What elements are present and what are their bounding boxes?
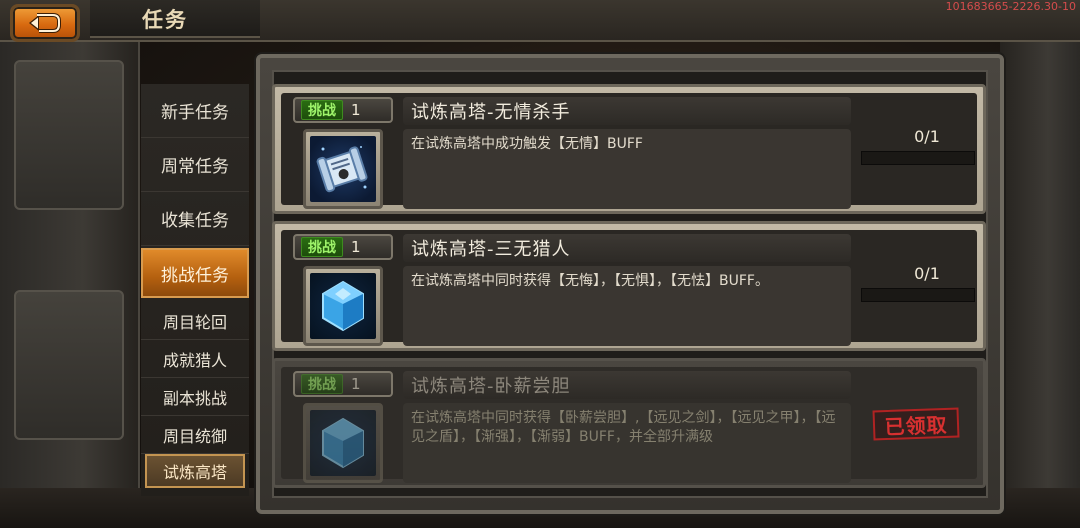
subtab-dungeon-challenge[interactable]: 副本挑战 [141,378,249,416]
page-title: 任务 [142,8,188,32]
scroll-icon [310,136,376,202]
right-wall-decoration [1000,40,1080,528]
back-arrow-icon [29,13,61,33]
task-card: 挑战 1 试炼高塔-无情杀手 在试炼高塔中成功触发【无情】BUFF 0/1 [272,84,986,214]
wall-slab [14,60,124,210]
task-progress-text: 0/1 [914,264,940,283]
task-icon-frame[interactable] [303,129,383,209]
tab-collection-tasks[interactable]: 收集任务 [141,192,249,246]
task-title: 试炼高塔-无情杀手 [403,97,851,125]
subtab-achievement-hunter[interactable]: 成就猎人 [141,340,249,378]
task-description: 在试炼高塔中成功触发【无情】BUFF [403,129,851,209]
challenge-badge: 挑战 1 [293,97,393,123]
task-title: 试炼高塔-卧薪尝胆 [403,371,851,399]
task-title: 试炼高塔-三无猎人 [403,234,851,262]
server-code-label: 101683665-2226.30-10 [945,0,1076,13]
task-progress-bar [861,288,975,302]
badge-count: 1 [351,375,361,393]
task-description: 在试炼高塔中同时获得【卧薪尝胆】,【远见之剑】，【远见之甲】，【远见之盾】，【渐… [403,403,851,483]
left-wall-decoration [0,40,140,528]
task-progress-bar [861,151,975,165]
badge-count: 1 [351,238,361,256]
badge-tag: 挑战 [301,100,343,120]
badge-tag: 挑战 [301,374,343,394]
claimed-stamp: 已领取 [872,407,960,441]
subtab-cycle[interactable]: 周目轮回 [141,302,249,340]
tab-newbie-tasks[interactable]: 新手任务 [141,84,249,138]
task-card: 挑战 1 试炼高塔-三无猎人 在试炼高塔中同时获得【无悔】，【无惧】，【无怯】B… [272,221,986,351]
subtab-cycle-dominion[interactable]: 周目统御 [141,416,249,454]
task-icon-frame[interactable] [303,266,383,346]
task-description: 在试炼高塔中同时获得【无悔】，【无惧】，【无怯】BUFF。 [403,266,851,346]
blue-gem-icon [310,273,376,339]
tab-weekly-tasks[interactable]: 周常任务 [141,138,249,192]
challenge-badge: 挑战 1 [293,371,393,397]
blue-gem-icon [310,410,376,476]
task-category-sidebar: 新手任务 周常任务 收集任务 挑战任务 周目轮回 成就猎人 副本挑战 周目统御 … [141,84,249,496]
subtab-trial-tower[interactable]: 试炼高塔 [145,454,245,488]
wall-slab [14,290,124,440]
task-progress-text: 0/1 [914,127,940,146]
challenge-badge: 挑战 1 [293,234,393,260]
task-icon-frame[interactable] [303,403,383,483]
back-button[interactable] [10,4,80,42]
badge-count: 1 [351,101,361,119]
badge-tag: 挑战 [301,237,343,257]
tab-challenge-tasks[interactable]: 挑战任务 [141,248,249,298]
task-card: 挑战 1 试炼高塔-卧薪尝胆 在试炼高塔中同时获得【卧薪尝胆】,【远见之剑】，【… [272,358,986,488]
